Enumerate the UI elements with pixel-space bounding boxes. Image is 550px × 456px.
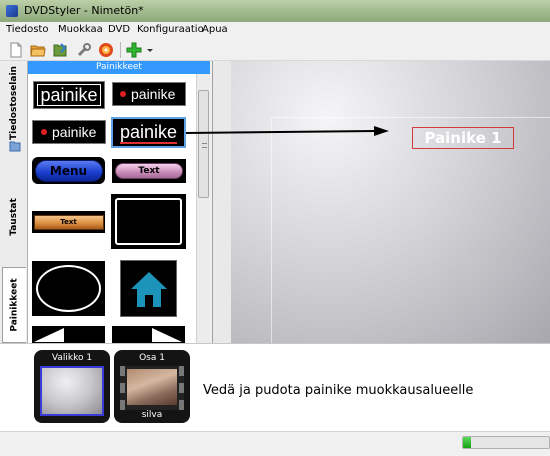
video-filmstrip-thumbnail (120, 366, 184, 410)
drag-drop-hint: Vedä ja pudota painike muokkausalueelle (203, 383, 474, 398)
add-icon[interactable] (126, 42, 142, 58)
menu-dvd[interactable]: DVD (108, 24, 130, 35)
menu-bar: Tiedosto Muokkaa DVD Konfiguraatio Apua (0, 22, 550, 39)
dropdown-arrow-icon[interactable] (146, 42, 154, 58)
home-icon (131, 272, 167, 307)
button-template-text-pink[interactable]: Text (112, 159, 186, 183)
button-template-text-orange[interactable]: Text (32, 211, 105, 233)
toolbar (0, 39, 550, 61)
progress-bar (462, 436, 550, 449)
button-template-menu[interactable]: Menu (32, 157, 105, 184)
tab-painikkeet[interactable]: Painikkeet (2, 267, 26, 343)
titleset-item-osa-1[interactable]: Osa 1 silva (114, 350, 190, 423)
menu-thumbnail (40, 366, 104, 416)
dvdstyler-app-icon (6, 5, 18, 17)
tab-taustat[interactable]: Taustat (2, 189, 26, 245)
red-dot-icon (41, 129, 47, 135)
red-dot-icon (120, 91, 126, 97)
menu-apua[interactable]: Apua (202, 24, 228, 35)
drag-arrow-icon (186, 126, 389, 136)
new-file-icon[interactable] (8, 42, 24, 58)
menu-editor-canvas[interactable] (212, 61, 550, 343)
button-template-home[interactable] (120, 260, 177, 317)
app-window: DVDStyler - Nimetön* Tiedosto Muokkaa DV… (0, 0, 550, 456)
progress-fill (463, 437, 471, 448)
titleset-item-valikko-1[interactable]: Valikko 1 (34, 350, 110, 423)
button-template-red-dot[interactable]: painike (112, 82, 186, 106)
canvas-button-painike-1[interactable]: Painike 1 (412, 127, 514, 149)
menu-tiedosto[interactable]: Tiedosto (6, 24, 48, 35)
settings-wrench-icon[interactable] (76, 42, 92, 58)
open-folder-icon[interactable] (30, 42, 46, 58)
button-template-selected[interactable]: painike (111, 117, 186, 148)
menu-muokkaa[interactable]: Muokkaa (58, 24, 103, 35)
button-template-frame[interactable] (111, 194, 186, 249)
menu-background (231, 61, 550, 343)
title-bar: DVDStyler - Nimetön* (0, 0, 550, 22)
window-title: DVDStyler - Nimetön* (24, 4, 144, 17)
button-template-arrow-left[interactable] (32, 326, 105, 343)
scroll-thumb[interactable] (198, 90, 209, 198)
panel-scrollbar[interactable] (196, 74, 210, 343)
menu-konfiguraatio[interactable]: Konfiguraatio (137, 24, 204, 35)
button-template-arrow-right[interactable] (112, 326, 185, 343)
button-template-plain[interactable]: painike (33, 81, 105, 109)
button-template-ellipse[interactable] (32, 261, 105, 316)
file-browser-icon (9, 141, 21, 152)
panel-header: Painikkeet (28, 61, 210, 74)
burn-disc-icon[interactable] (98, 42, 114, 58)
tab-tiedostoselain[interactable]: Tiedostoselain (2, 66, 26, 140)
save-icon[interactable] (52, 42, 68, 58)
toolbar-separator (120, 42, 121, 58)
scroll-grip-icon (202, 143, 207, 148)
side-tab-strip: Tiedostoselain Taustat Painikkeet (0, 61, 28, 343)
button-template-red-dot-2[interactable]: painike (32, 120, 106, 144)
